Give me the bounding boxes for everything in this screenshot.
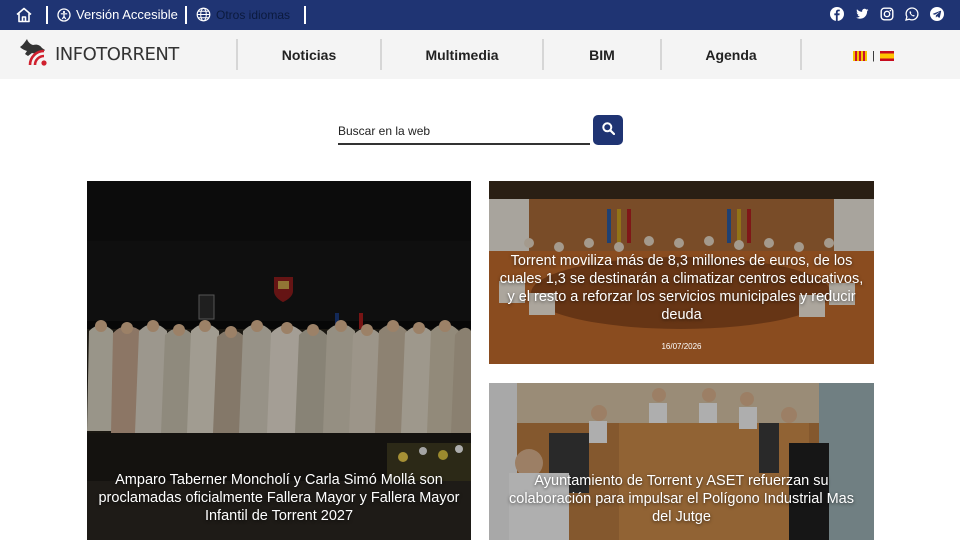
language-switcher: |	[853, 50, 894, 62]
nav-item-multimedia[interactable]: Multimedia	[382, 30, 542, 79]
bull-logo-icon	[18, 38, 52, 70]
news-card[interactable]: Ayuntamiento de Torrent y ASET refuerzan…	[489, 383, 874, 540]
spanish-flag-icon[interactable]	[879, 51, 894, 61]
other-languages-link[interactable]: Otros idiomas	[196, 7, 290, 22]
facebook-icon[interactable]	[830, 7, 844, 21]
divider	[46, 6, 48, 24]
divider	[304, 6, 306, 24]
main-nav-bar: INFOTORRENT Noticias Multimedia BIM Agen…	[0, 30, 960, 79]
valencian-flag-icon[interactable]	[853, 51, 867, 61]
search-input[interactable]	[338, 118, 590, 145]
nav-item-noticias[interactable]: Noticias	[238, 30, 380, 79]
nav-divider	[800, 39, 802, 70]
site-name: INFOTORRENT	[55, 43, 179, 65]
social-links	[830, 7, 944, 21]
whatsapp-icon[interactable]	[905, 7, 919, 21]
news-card-featured[interactable]: Amparo Taberner Moncholí y Carla Simó Mo…	[87, 181, 471, 540]
divider	[185, 6, 187, 24]
news-title[interactable]: Ayuntamiento de Torrent y ASET refuerzan…	[499, 472, 864, 526]
site-logo[interactable]: INFOTORRENT	[18, 38, 179, 70]
instagram-icon[interactable]	[880, 7, 894, 21]
telegram-icon[interactable]	[930, 7, 944, 21]
featured-news-title[interactable]: Amparo Taberner Moncholí y Carla Simó Mo…	[97, 471, 461, 525]
search-icon	[601, 122, 615, 138]
news-date: 16/07/2026	[661, 342, 702, 351]
globe-icon	[196, 7, 211, 22]
home-icon[interactable]	[15, 6, 33, 24]
news-card[interactable]: Torrent moviliza más de 8,3 millones de …	[489, 181, 874, 364]
accessibility-icon	[57, 7, 71, 22]
top-bar: Versión Accesible Otros idiomas	[0, 0, 960, 30]
other-languages-label: Otros idiomas	[216, 7, 291, 22]
nav-item-bim[interactable]: BIM	[544, 30, 660, 79]
language-separator: |	[872, 50, 875, 62]
accessible-version-label: Versión Accesible	[76, 7, 178, 22]
twitter-icon[interactable]	[855, 7, 869, 21]
nav-item-agenda[interactable]: Agenda	[662, 30, 800, 79]
news-title[interactable]: Torrent moviliza más de 8,3 millones de …	[499, 252, 864, 324]
search-button[interactable]	[593, 115, 623, 145]
accessible-version-link[interactable]: Versión Accesible	[57, 7, 178, 22]
